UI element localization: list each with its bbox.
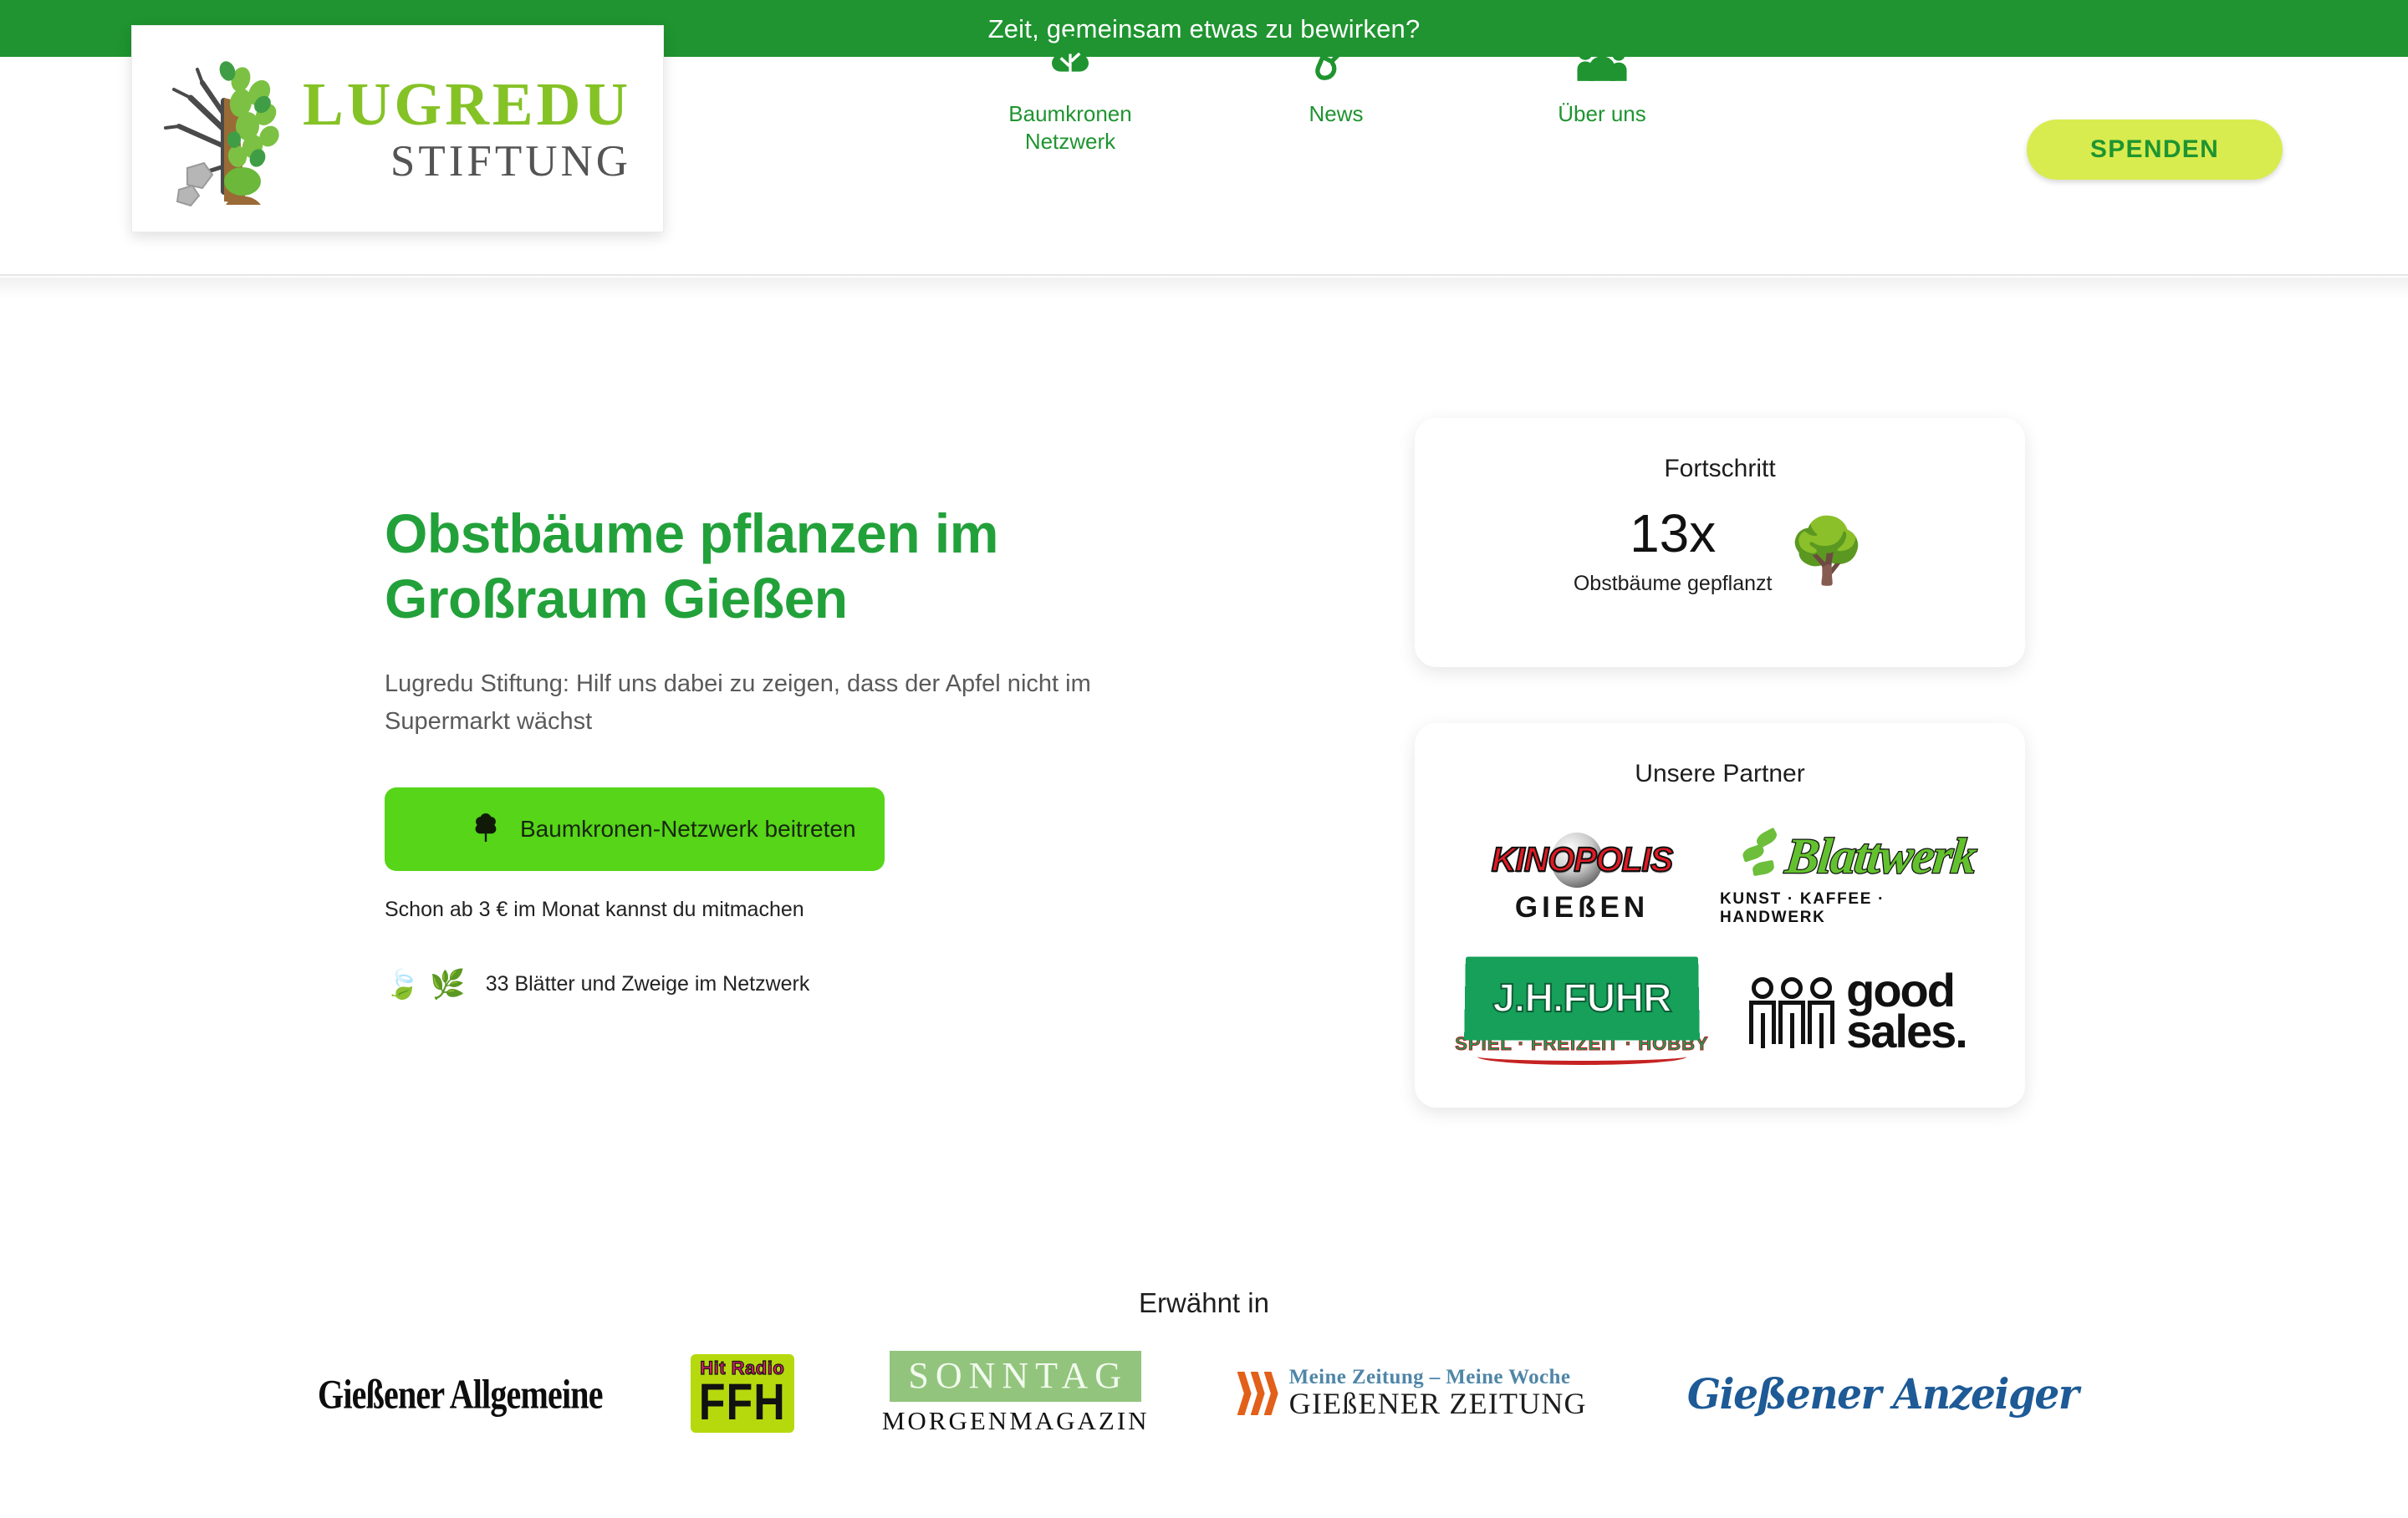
partner-logo-good-sales[interactable]: good sales.: [1749, 944, 1968, 1077]
donate-button[interactable]: SPENDEN: [2027, 120, 2283, 180]
progress-values: 13x Obstbäume gepflanzt: [1574, 507, 1773, 596]
press-logo-giessener-anzeiger[interactable]: Gießener Anzeiger: [1675, 1347, 2090, 1439]
site-logo[interactable]: LUGREDU STIFTUNG: [131, 25, 664, 232]
hero-subtitle: Lugredu Stiftung: Hilf uns dabei zu zeig…: [385, 670, 1091, 735]
nav-item-baumkronen-netzwerk[interactable]: Baumkronen Netzwerk: [987, 30, 1154, 156]
price-note: Schon ab 3 € im Monat kannst du mitmache…: [385, 897, 804, 921]
branch-icon: 🌿: [430, 968, 466, 1001]
people-group-icon: [1574, 30, 1630, 87]
progress-card: Fortschritt 13x Obstbäume gepflanzt 🌳: [1415, 418, 2025, 667]
nav-item-news[interactable]: News: [1252, 30, 1420, 128]
kinopolis-city: GIEßEN: [1514, 891, 1650, 924]
header-shadow: [0, 278, 2408, 299]
nav-label-ueber-uns: Über uns: [1558, 101, 1646, 126]
partner-logo-jh-fuhr[interactable]: J.H.FUHR SPIEL · FREIZEIT · HOBBY: [1455, 944, 1709, 1077]
press-logo-giessener-zeitung[interactable]: Meine Zeitung – Meine Woche GIEßENER ZEI…: [1237, 1347, 1587, 1439]
progress-row: 13x Obstbäume gepflanzt 🌳: [1574, 507, 1866, 596]
join-network-label: Baumkronen-Netzwerk beitreten: [520, 815, 856, 842]
good-sales-name-line2: sales.: [1846, 1005, 1968, 1057]
tree-icon: [1043, 30, 1098, 87]
progress-caption: Obstbäume gepflanzt: [1573, 572, 1773, 595]
blattwerk-tagline: KUNST · KAFFEE · HANDWERK: [1720, 889, 1885, 926]
press-heading: Erwähnt in: [1139, 1287, 1269, 1318]
blattwerk-name: Blattwerk: [1782, 827, 1979, 884]
progress-card-heading: Fortschritt: [1664, 455, 1776, 482]
giessener-allgemeine-name: Gießener Allgemeine: [318, 1369, 603, 1418]
sonntag-bottom-text: MORGENMAGAZIN: [881, 1406, 1150, 1435]
press-logo-row: Gießener Allgemeine Hit Radio FFH SONNTA…: [318, 1347, 2090, 1439]
network-stat-text: 33 Blätter und Zweige im Netzwerk: [485, 972, 810, 996]
tree-emoji-icon: 🌳: [1787, 515, 1867, 587]
partner-card: Unsere Partner KINOPOLIS GIEßEN Blattwer…: [1415, 723, 2025, 1108]
join-network-button[interactable]: Baumkronen-Netzwerk beitreten: [385, 787, 885, 871]
partner-logo-grid: KINOPOLIS GIEßEN Blattwerk KUNST · KAFFE…: [1444, 810, 1996, 1077]
giessener-anzeiger-name: Gießener Anzeiger: [1686, 1368, 2079, 1419]
press-logo-hit-radio-ffh[interactable]: Hit Radio FFH: [690, 1347, 794, 1439]
chevron-right-icon: [1237, 1371, 1278, 1415]
progress-count: 13x: [1630, 503, 1717, 563]
ffh-main-text: FFH: [698, 1373, 786, 1432]
partner-card-heading: Unsere Partner: [1635, 760, 1805, 787]
network-stat: 🍃 🌿 33 Blätter und Zweige im Netzwerk: [385, 970, 1271, 999]
giessener-zeitung-name: GIEßENER ZEITUNG: [1288, 1387, 1587, 1421]
partner-logo-kinopolis[interactable]: KINOPOLIS GIEßEN: [1477, 810, 1686, 944]
hero-section: Obstbäume pflanzen im Großraum Gießen Lu…: [385, 502, 1271, 999]
logo-wordmark: LUGREDU STIFTUNG: [303, 74, 631, 184]
leaf-icon: 🍃: [385, 968, 421, 1001]
logo-name-main: LUGREDU: [303, 70, 632, 138]
main-navigation: Baumkronen Netzwerk News Über uns: [987, 30, 1686, 156]
fuhr-name: J.H.FUHR: [1492, 975, 1672, 1021]
page-root: Zeit, gemeinsam etwas zu bewirken? LUGRE…: [0, 0, 2408, 1518]
tree-icon: [472, 812, 500, 846]
good-sales-people-icon: [1749, 977, 1835, 1048]
nav-label-news: News: [1309, 101, 1364, 126]
nav-item-ueber-uns[interactable]: Über uns: [1518, 30, 1686, 128]
sonntag-top-text: SONNTAG: [890, 1351, 1142, 1402]
nav-label-baumkronen-netzwerk: Baumkronen Netzwerk: [1008, 101, 1132, 155]
blattwerk-leaves-icon: [1741, 827, 1784, 882]
giessener-zeitung-slogan: Meine Zeitung – Meine Woche: [1288, 1365, 1571, 1388]
press-logo-giessener-allgemeine[interactable]: Gießener Allgemeine: [318, 1347, 603, 1439]
shovel-icon: [1309, 30, 1363, 87]
tree-logo-icon: [154, 49, 294, 208]
logo-name-sub: STIFTUNG: [390, 137, 632, 186]
press-logo-sonntag-morgenmagazin[interactable]: SONNTAG MORGENMAGAZIN: [882, 1347, 1150, 1439]
partner-logo-blattwerk[interactable]: Blattwerk KUNST · KAFFEE · HANDWERK: [1720, 810, 1996, 944]
kinopolis-name: KINOPOLIS: [1491, 839, 1675, 879]
fuhr-swoosh-decoration: [1477, 1057, 1686, 1065]
page-title: Obstbäume pflanzen im Großraum Gießen: [385, 502, 998, 629]
